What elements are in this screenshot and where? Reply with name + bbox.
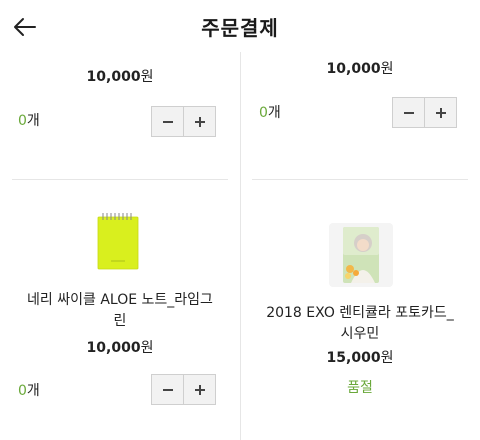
item-quantity: 0개 [18, 383, 40, 399]
increment-button[interactable] [184, 375, 215, 404]
grid-divider-horizontal-left [12, 179, 228, 180]
item-price: 15,000원 [326, 350, 394, 366]
item-price: 10,000원 [86, 69, 154, 85]
app-header: 주문결제 [0, 0, 480, 52]
quantity-stepper [151, 374, 216, 405]
decrement-button[interactable] [152, 107, 184, 136]
minus-icon [162, 388, 173, 391]
minus-icon [162, 120, 173, 123]
item-name[interactable]: 네리 싸이클 ALOE 노트_라임그 린 [12, 290, 228, 332]
decrement-button[interactable] [393, 98, 425, 127]
plus-icon [435, 107, 446, 118]
increment-button[interactable] [184, 107, 215, 136]
item-price: 10,000원 [86, 340, 154, 356]
decrement-button[interactable] [152, 375, 184, 404]
photocard-image [343, 227, 379, 283]
quantity-stepper [151, 106, 216, 137]
item-name[interactable]: 2018 EXO 렌티큘라 포토카드_ 시우민 [252, 303, 468, 345]
product-image-notebook[interactable] [97, 213, 139, 270]
plus-icon [194, 116, 205, 127]
page-title: 주문결제 [201, 16, 279, 40]
minus-icon [403, 111, 414, 114]
item-price: 10,000원 [326, 61, 394, 77]
quantity-stepper [392, 97, 457, 128]
plus-icon [194, 384, 205, 395]
increment-button[interactable] [425, 98, 456, 127]
soldout-badge: 품절 [347, 380, 373, 396]
product-image-photocard[interactable] [329, 223, 393, 287]
item-quantity: 0개 [259, 105, 281, 121]
grid-divider-horizontal-right [252, 179, 468, 180]
grid-divider-vertical [240, 52, 241, 440]
item-quantity: 0개 [18, 113, 40, 129]
